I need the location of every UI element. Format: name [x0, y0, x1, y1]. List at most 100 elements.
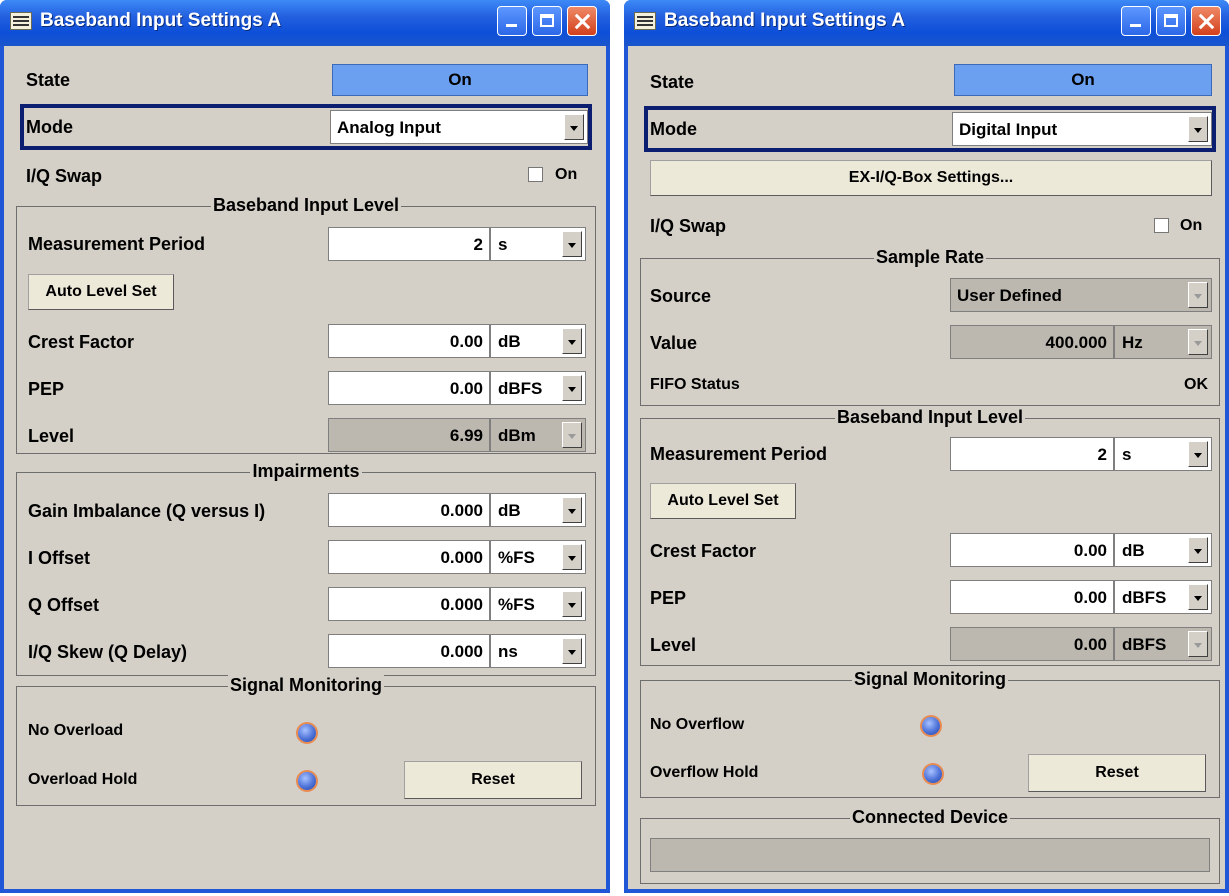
mode-dropdown[interactable]: Analog Input [330, 110, 588, 144]
mode-label: Mode [650, 119, 697, 139]
state-on-button[interactable]: On [332, 64, 588, 96]
unit-text: dB [1122, 541, 1145, 560]
chevron-down-icon[interactable] [562, 497, 582, 523]
gain-imbalance-unit-dropdown[interactable]: dB [490, 493, 586, 527]
baseband-input-settings-window-analog: Baseband Input Settings A State On Mode … [0, 0, 610, 893]
chevron-down-icon [1188, 329, 1208, 355]
chevron-down-icon[interactable] [562, 591, 582, 617]
maximize-button[interactable] [1156, 6, 1186, 36]
chevron-down-icon[interactable] [562, 375, 582, 401]
title-bar[interactable]: Baseband Input Settings A [0, 0, 610, 46]
connected-device-field [650, 838, 1210, 872]
app-menu-icon[interactable] [634, 12, 656, 30]
chevron-down-icon[interactable] [562, 544, 582, 570]
overflow-hold-led-icon [924, 765, 942, 783]
pep-input[interactable]: 0.00 [950, 580, 1114, 614]
group-title: Baseband Input Level [834, 407, 1026, 427]
q-offset-label: Q Offset [28, 595, 100, 615]
close-button[interactable] [1191, 6, 1221, 36]
overload-hold-label: Overload Hold [28, 771, 138, 788]
measurement-period-input[interactable]: 2 [328, 227, 490, 261]
unit-text: ns [498, 642, 518, 661]
window-client-area: State On Mode Analog Input I/Q Swap On B… [4, 46, 606, 889]
sample-rate-value: 400.000 [1045, 333, 1107, 352]
window-title: Baseband Input Settings A [664, 10, 906, 31]
unit-text: dBFS [1122, 635, 1167, 654]
unit-text: dBm [498, 426, 536, 445]
reset-button[interactable]: Reset [404, 761, 582, 799]
baseband-input-settings-window-digital: Baseband Input Settings A State On Mode … [624, 0, 1229, 893]
no-overload-led-icon [298, 724, 316, 742]
source-label: Source [650, 286, 712, 306]
no-overflow-label: No Overflow [650, 716, 745, 733]
fifo-status-label: FIFO Status [650, 376, 740, 393]
no-overload-label: No Overload [28, 722, 124, 739]
iq-skew-unit-dropdown[interactable]: ns [490, 634, 586, 668]
pep-input[interactable]: 0.00 [328, 371, 490, 405]
chevron-down-icon[interactable] [564, 114, 584, 140]
crest-factor-label: Crest Factor [28, 332, 135, 352]
q-offset-unit-dropdown[interactable]: %FS [490, 587, 586, 621]
measurement-period-input[interactable]: 2 [950, 437, 1114, 471]
iq-skew-input[interactable]: 0.000 [328, 634, 490, 668]
pep-label: PEP [650, 588, 687, 608]
chevron-down-icon[interactable] [562, 231, 582, 257]
crest-factor-input[interactable]: 0.00 [950, 533, 1114, 567]
chevron-down-icon[interactable] [562, 638, 582, 664]
minimize-button[interactable] [497, 6, 527, 36]
unit-text: %FS [498, 548, 535, 567]
chevron-down-icon[interactable] [1188, 116, 1208, 142]
iq-skew-value: 0.000 [440, 642, 483, 661]
q-offset-input[interactable]: 0.000 [328, 587, 490, 621]
measurement-period-unit-dropdown[interactable]: s [1114, 437, 1212, 471]
window-client-area: State On Mode Digital Input EX-I/Q-Box S… [628, 46, 1225, 889]
i-offset-unit-dropdown[interactable]: %FS [490, 540, 586, 574]
iq-swap-checkbox[interactable] [528, 167, 543, 182]
iq-swap-checkbox[interactable] [1154, 218, 1169, 233]
chevron-down-icon[interactable] [562, 328, 582, 354]
app-menu-icon[interactable] [10, 12, 32, 30]
level-value: 6.99 [449, 426, 483, 445]
iq-swap-checkbox-label: On [1180, 217, 1203, 234]
ex-iq-box-settings-button[interactable]: EX-I/Q-Box Settings... [650, 160, 1212, 196]
unit-text: dBFS [498, 379, 543, 398]
group-title: Impairments [250, 461, 362, 481]
level-value: 0.00 [1073, 635, 1107, 654]
crest-factor-value: 0.00 [1073, 541, 1107, 560]
auto-level-set-button[interactable]: Auto Level Set [650, 483, 796, 519]
crest-factor-input[interactable]: 0.00 [328, 324, 490, 358]
fifo-status-value: OK [1184, 376, 1208, 393]
crest-factor-label: Crest Factor [650, 541, 757, 561]
minimize-button[interactable] [1121, 6, 1151, 36]
reset-button[interactable]: Reset [1028, 754, 1206, 792]
crest-factor-unit-dropdown[interactable]: dB [1114, 533, 1212, 567]
measurement-period-unit-dropdown[interactable]: s [490, 227, 586, 261]
title-bar[interactable]: Baseband Input Settings A [624, 0, 1229, 46]
unit-text: %FS [498, 595, 535, 614]
i-offset-input[interactable]: 0.000 [328, 540, 490, 574]
chevron-down-icon [1188, 282, 1208, 308]
level-label: Level [650, 635, 697, 655]
group-title: Baseband Input Level [210, 195, 402, 215]
crest-factor-unit-dropdown[interactable]: dB [490, 324, 586, 358]
chevron-down-icon [1188, 631, 1208, 657]
mode-dropdown[interactable]: Digital Input [952, 112, 1212, 146]
unit-text: Hz [1122, 333, 1143, 352]
pep-unit-dropdown[interactable]: dBFS [1114, 580, 1212, 614]
pep-unit-dropdown[interactable]: dBFS [490, 371, 586, 405]
source-dropdown: User Defined [950, 278, 1212, 312]
state-label: State [26, 70, 71, 90]
group-title: Connected Device [849, 807, 1011, 827]
close-button[interactable] [567, 6, 597, 36]
chevron-down-icon[interactable] [1188, 441, 1208, 467]
level-label: Level [28, 426, 75, 446]
level-unit-dropdown: dBFS [1114, 627, 1212, 661]
gain-imbalance-input[interactable]: 0.000 [328, 493, 490, 527]
auto-level-set-button[interactable]: Auto Level Set [28, 274, 174, 310]
chevron-down-icon[interactable] [1188, 584, 1208, 610]
maximize-button[interactable] [532, 6, 562, 36]
overflow-hold-label: Overflow Hold [650, 764, 759, 781]
level-unit-dropdown: dBm [490, 418, 586, 452]
state-on-button[interactable]: On [954, 64, 1212, 96]
chevron-down-icon[interactable] [1188, 537, 1208, 563]
